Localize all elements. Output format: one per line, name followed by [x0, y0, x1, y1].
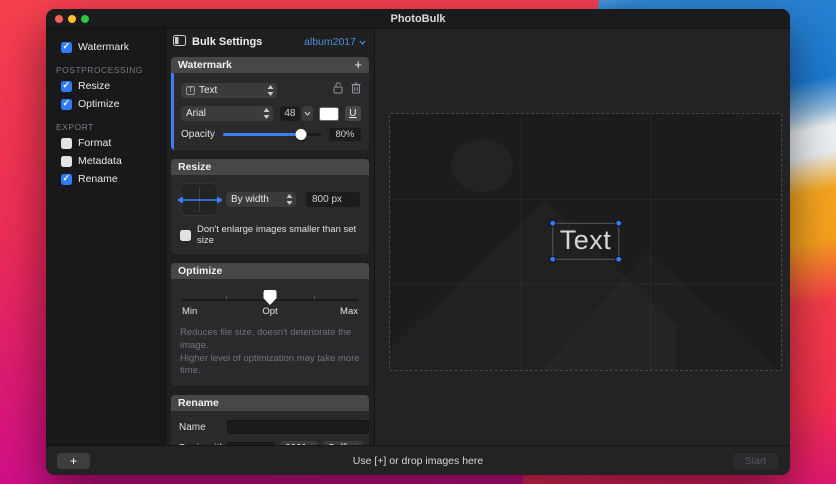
sidebar-item-watermark[interactable]: Watermark [46, 38, 165, 56]
watermark-checkbox[interactable] [61, 41, 72, 53]
add-images-button[interactable]: + [57, 453, 90, 469]
opacity-slider[interactable] [223, 129, 321, 140]
slider-tick [226, 295, 227, 300]
drop-hint-text: Use [+] or drop images here [352, 454, 484, 467]
selection-handle[interactable] [548, 255, 556, 263]
sidebar-item-label: Optimize [78, 98, 120, 110]
close-button[interactable] [55, 15, 63, 23]
plus-icon: + [69, 454, 77, 468]
opacity-value: 80% [329, 128, 361, 141]
sidebar-item-rename[interactable]: Rename [46, 170, 165, 188]
watermark-preview-text[interactable]: Text [560, 225, 612, 255]
up-down-arrows-icon [263, 108, 270, 119]
preview-panel: Text [374, 29, 790, 445]
preset-name: album2017 [304, 36, 356, 48]
no-enlarge-checkbox[interactable] [180, 229, 191, 241]
zoom-button[interactable] [81, 15, 89, 23]
unlock-icon[interactable] [333, 81, 344, 99]
preset-dropdown[interactable]: album2017 [304, 36, 366, 48]
optimize-checkbox[interactable] [61, 98, 72, 110]
optimize-min-label: Min [182, 306, 198, 317]
opacity-slider-thumb[interactable] [295, 129, 307, 140]
name-label: Name [179, 421, 206, 433]
selection-handle[interactable] [615, 255, 623, 263]
sidebar-item-format[interactable]: Format [46, 134, 165, 152]
opacity-label: Opacity [181, 129, 215, 140]
resize-card: Resize By width 800 px Don't enlarge ima… [171, 159, 369, 254]
add-watermark-button[interactable]: + [354, 58, 362, 71]
resize-mode-value: By width [231, 194, 269, 205]
resize-mode-select[interactable]: By width [226, 192, 296, 207]
watermark-card: Watermark + T Text Arial 48 U Opacity 80… [171, 57, 369, 150]
selection-handle[interactable] [615, 219, 623, 227]
sidebar-item-label: Metadata [78, 155, 122, 167]
rename-card-title: Rename [178, 397, 219, 410]
text-type-icon: T [186, 85, 195, 95]
preview-canvas[interactable]: Text [389, 113, 782, 371]
bottom-bar: + Use [+] or drop images here Start [46, 445, 790, 475]
color-swatch[interactable] [319, 106, 339, 121]
section-export: EXPORT [56, 122, 94, 132]
watermark-card-title: Watermark [178, 59, 232, 71]
optimize-max-label: Max [340, 306, 358, 317]
sidebar-item-label: Rename [78, 173, 118, 185]
photobulk-window: PhotoBulk Watermark POSTPROCESSING Resiz… [46, 9, 790, 475]
traffic-lights [55, 15, 89, 23]
optimize-card-title: Optimize [178, 265, 223, 277]
sidebar-toggle-icon[interactable] [173, 33, 186, 51]
sidebar-item-label: Format [78, 137, 112, 149]
chevron-down-icon [359, 40, 366, 45]
rename-checkbox[interactable] [61, 173, 72, 185]
watermark-selection-box[interactable]: Text [548, 219, 623, 263]
sidebar-item-resize[interactable]: Resize [46, 77, 165, 95]
trash-icon[interactable] [351, 81, 361, 99]
font-size-field[interactable]: 48 [280, 106, 300, 121]
name-input[interactable] [227, 420, 369, 435]
sidebar: Watermark POSTPROCESSING Resize Optimize… [46, 29, 165, 445]
no-enlarge-option[interactable]: Don't enlarge images smaller than set si… [180, 224, 361, 246]
width-resize-icon [177, 183, 223, 216]
sidebar-item-metadata[interactable]: Metadata [46, 152, 165, 170]
resize-width-field[interactable]: 800 px [306, 192, 360, 207]
settings-panel: Bulk Settings album2017 Watermark + T Te… [165, 29, 374, 467]
sidebar-item-label: Watermark [78, 41, 129, 53]
window-title: PhotoBulk [390, 12, 446, 25]
format-checkbox[interactable] [61, 137, 72, 149]
grid-line [390, 199, 781, 201]
font-select[interactable]: Arial [181, 106, 274, 121]
up-down-arrows-icon [267, 84, 274, 96]
selection-handle[interactable] [548, 219, 556, 227]
sidebar-item-optimize[interactable]: Optimize [46, 95, 165, 113]
optimize-slider[interactable]: Min Opt Max [182, 290, 358, 318]
sidebar-item-label: Resize [78, 80, 111, 92]
font-size-dropdown-button[interactable] [301, 106, 313, 121]
placeholder-sun-shape [451, 139, 513, 192]
optimize-card: Optimize Min Opt Max Reduces file size, … [171, 263, 369, 387]
optimize-opt-label: Opt [262, 306, 278, 317]
slider-tick [314, 295, 315, 300]
minimize-button[interactable] [68, 15, 76, 23]
opacity-slider-fill [223, 133, 302, 136]
optimize-description: Reduces file size, doesn't deteriorate t… [180, 327, 360, 377]
titlebar[interactable]: PhotoBulk [46, 9, 790, 29]
font-value: Arial [186, 108, 207, 119]
up-down-arrows-icon [286, 194, 293, 205]
section-postprocessing: POSTPROCESSING [56, 65, 143, 75]
underline-button[interactable]: U [344, 106, 362, 121]
settings-header: Bulk Settings album2017 [166, 29, 374, 55]
metadata-checkbox[interactable] [61, 155, 72, 167]
watermark-type-select[interactable]: T Text [181, 82, 277, 98]
settings-title: Bulk Settings [192, 36, 263, 48]
watermark-type-value: Text [199, 84, 218, 96]
start-button[interactable]: Start [733, 453, 778, 469]
resize-checkbox[interactable] [61, 80, 72, 92]
no-enlarge-label: Don't enlarge images smaller than set si… [197, 224, 357, 246]
resize-card-title: Resize [178, 161, 212, 173]
optimize-slider-thumb[interactable] [263, 290, 277, 305]
